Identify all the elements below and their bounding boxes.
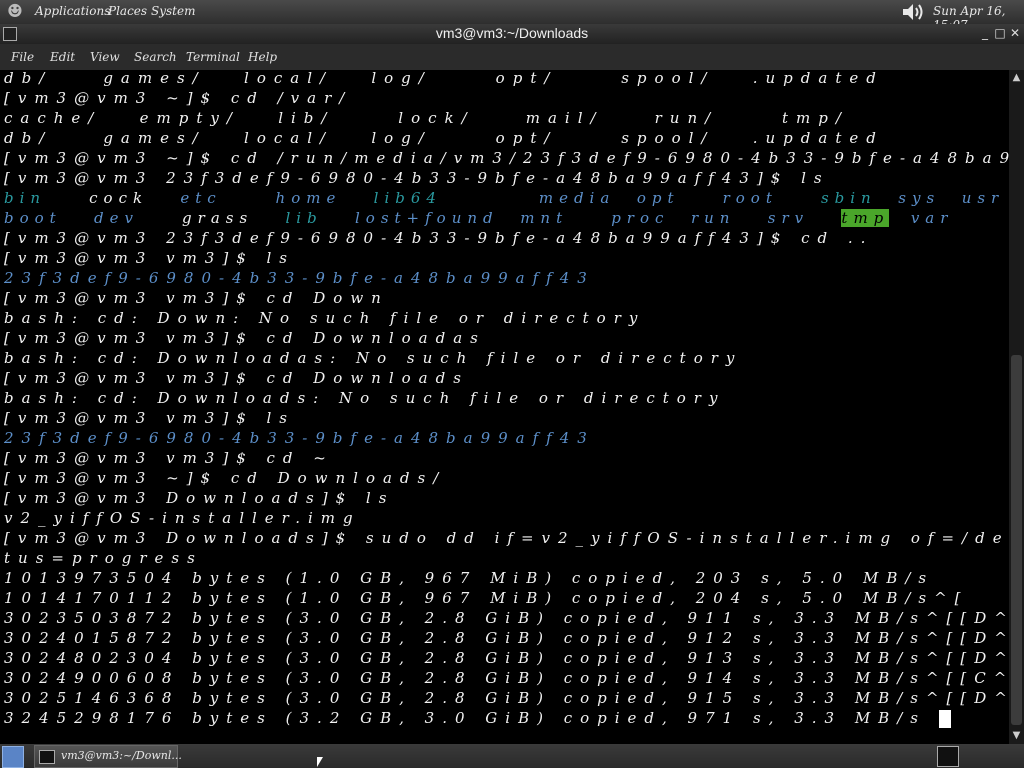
- terminal-line: [vm3@vm3 vm3]$ cd Downloads: [4, 369, 469, 387]
- ls-entry-cock: cock: [89, 189, 149, 207]
- terminal-line: [vm3@vm3 vm3]$ ls: [4, 409, 296, 427]
- ls-entry-mnt: mnt: [520, 209, 569, 227]
- window-title: vm3@vm3:~/Downloads: [435, 25, 589, 41]
- terminal-line: db/ games/ local/ log/ opt/ spool/ .upda…: [4, 129, 884, 147]
- ls-entry-tmp: tmp: [841, 209, 890, 227]
- terminal-line: bash: cd: Down: No such file or director…: [4, 309, 646, 327]
- ls-entry-run: run: [690, 209, 736, 227]
- top-panel: ☻ Applications Places System Sun Apr 16,…: [0, 0, 1024, 32]
- terminal-line: [vm3@vm3 23f3def9-6980-4b33-9bfe-a48ba99…: [4, 229, 874, 247]
- dd-progress-line-current: 3245298176 bytes (3.2 GB, 3.0 GiB) copie…: [4, 708, 951, 728]
- show-desktop-icon[interactable]: [2, 746, 24, 768]
- scroll-up-arrow-icon[interactable]: ▲: [1009, 70, 1024, 86]
- ls-entry-lib64: lib64: [373, 189, 442, 207]
- menu-file[interactable]: File: [11, 50, 34, 64]
- taskbar-item-terminal[interactable]: vm3@vm3:~/Downl...: [34, 745, 182, 768]
- ls-entry-lost-found: lost+found: [355, 209, 499, 227]
- terminal-line: cache/ empty/ lib/ lock/ mail/ run/ tmp/: [4, 109, 849, 127]
- scroll-down-arrow-icon[interactable]: ▼: [1009, 728, 1024, 744]
- menu-places[interactable]: Places: [108, 4, 147, 18]
- ls-entry-sbin: sbin: [820, 189, 877, 207]
- dd-progress-line: 3025146368 bytes (3.0 GB, 2.8 GiB) copie…: [4, 689, 1009, 707]
- ls-entry-boot: boot: [4, 209, 62, 227]
- terminal-line: [vm3@vm3 vm3]$ cd Down: [4, 289, 389, 307]
- terminal-scrollbar[interactable]: ▲ ▼: [1009, 70, 1024, 744]
- ls-output-row: boot dev grass lib lost+found mnt proc r…: [4, 208, 953, 228]
- scrollbar-thumb[interactable]: [1011, 355, 1022, 725]
- ls-entry-opt: opt: [636, 189, 680, 207]
- ls-entry-srv: srv: [767, 209, 810, 227]
- terminal-line: [vm3@vm3 vm3]$ cd ~: [4, 449, 334, 467]
- ls-entry-usr: usr: [961, 189, 1005, 207]
- ls-entry-media: media: [538, 189, 616, 207]
- ls-entry-root: root: [722, 189, 778, 207]
- ls-entry-grass: grass: [182, 209, 254, 227]
- ls-entry-uuid-dir: 23f3def9-6980-4b33-9bfe-a48ba99aff43: [4, 269, 595, 287]
- ls-entry-proc: proc: [611, 209, 670, 227]
- terminal-menubar: File Edit View Search Terminal Help: [0, 44, 1024, 70]
- terminal-line: [vm3@vm3 ~]$ cd /var/: [4, 89, 353, 107]
- ls-entry-home: home: [275, 189, 342, 207]
- menu-search[interactable]: Search: [134, 50, 177, 64]
- terminal-line: [vm3@vm3 vm3]$ cd Downloadas: [4, 329, 486, 347]
- terminal-icon: [39, 750, 55, 764]
- terminal-line: [vm3@vm3 Downloads]$ ls: [4, 489, 395, 507]
- terminal-output[interactable]: db/ games/ local/ log/ opt/ spool/ .upda…: [0, 70, 1009, 744]
- mouse-pointer-icon: [317, 757, 323, 767]
- terminal-window: vm3@vm3:~/Downloads _ □ ✕ File Edit View…: [0, 24, 1024, 744]
- menu-help[interactable]: Help: [248, 50, 277, 64]
- ls-entry-dev: dev: [94, 209, 139, 227]
- dd-progress-line: 3023503872 bytes (3.0 GB, 2.8 GiB) copie…: [4, 609, 1009, 627]
- terminal-cursor: [938, 710, 951, 728]
- terminal-line: v2_yiffOS-installer.img: [4, 509, 361, 527]
- minimize-button[interactable]: _: [978, 25, 992, 41]
- dd-progress-text: 3245298176 bytes (3.2 GB, 3.0 GiB) copie…: [4, 709, 939, 727]
- window-titlebar[interactable]: vm3@vm3:~/Downloads _ □ ✕: [0, 24, 1024, 44]
- ls-entry-bin: bin: [4, 189, 47, 207]
- dd-progress-line: 3024015872 bytes (3.0 GB, 2.8 GiB) copie…: [4, 629, 1009, 647]
- terminal-line: db/ games/ local/ log/ opt/ spool/ .upda…: [4, 70, 884, 87]
- ls-entry-uuid-dir: 23f3def9-6980-4b33-9bfe-a48ba99aff43: [4, 429, 595, 447]
- menu-terminal[interactable]: Terminal: [186, 50, 240, 64]
- terminal-line: bash: cd: Downloads: No such file or dir…: [4, 389, 726, 407]
- ls-entry-lib: lib: [285, 209, 323, 227]
- terminal-line: bash: cd: Downloadas: No such file or di…: [4, 349, 743, 367]
- gnome-foot-icon[interactable]: ☻: [4, 1, 26, 23]
- dd-progress-line: 3024900608 bytes (3.0 GB, 2.8 GiB) copie…: [4, 669, 1009, 687]
- menu-system[interactable]: System: [151, 4, 195, 18]
- menu-view[interactable]: View: [90, 50, 120, 64]
- terminal-line: [vm3@vm3 vm3]$ ls: [4, 249, 296, 267]
- workspace-switcher-icon[interactable]: [937, 746, 959, 767]
- taskbar-item-label: vm3@vm3:~/Downl...: [61, 749, 182, 762]
- terminal-line: [vm3@vm3 Downloads]$ sudo dd if=v2_yiffO…: [4, 529, 1009, 547]
- ls-entry-var: var: [910, 209, 954, 227]
- ls-entry-etc: etc: [180, 189, 222, 207]
- dd-progress-line: 1013973504 bytes (1.0 GB, 967 MiB) copie…: [4, 569, 935, 587]
- terminal-line: [vm3@vm3 ~]$ cd /run/media/vm3/23f3def9-…: [4, 149, 1009, 167]
- terminal-line: tus=progress: [4, 549, 203, 567]
- bottom-panel: vm3@vm3:~/Downl...: [0, 744, 1024, 768]
- close-button[interactable]: ✕: [1008, 25, 1022, 41]
- terminal-line: [vm3@vm3 23f3def9-6980-4b33-9bfe-a48ba99…: [4, 169, 830, 187]
- menu-edit[interactable]: Edit: [50, 50, 75, 64]
- ls-entry-sys: sys: [898, 189, 941, 207]
- ls-output-row: bin cock etc home lib64 media opt root s…: [4, 188, 1004, 208]
- terminal-line: [vm3@vm3 ~]$ cd Downloads/: [4, 469, 447, 487]
- dd-progress-line: 3024802304 bytes (3.0 GB, 2.8 GiB) copie…: [4, 649, 1009, 667]
- volume-icon[interactable]: [900, 0, 926, 24]
- menu-applications[interactable]: Applications: [35, 4, 110, 18]
- maximize-button[interactable]: □: [993, 25, 1007, 41]
- dd-progress-line: 1014170112 bytes (1.0 GB, 967 MiB) copie…: [4, 589, 969, 607]
